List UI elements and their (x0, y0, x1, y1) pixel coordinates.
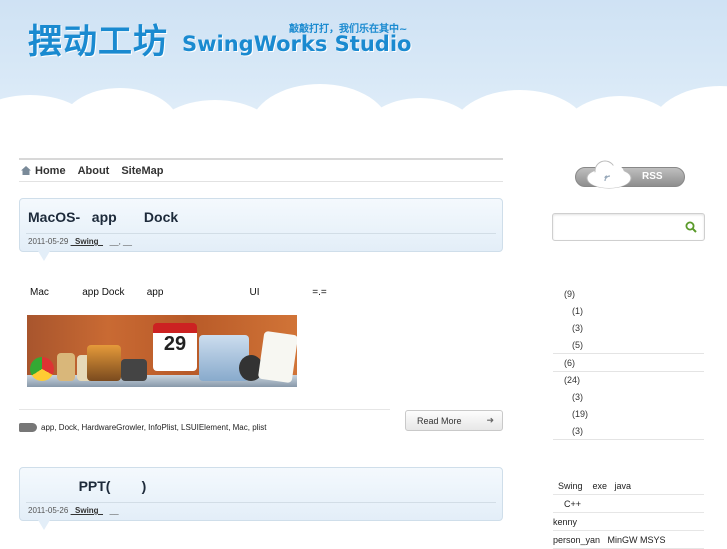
category-item[interactable]: (5) (553, 336, 704, 353)
nav-item-about[interactable]: About (78, 165, 110, 177)
post-header: MacOS- app Dock 2011-05-29 Swing __, __ (19, 198, 503, 261)
home-icon (21, 166, 31, 175)
nav-item-label: Home (35, 164, 66, 177)
category-item[interactable]: (24) (553, 370, 704, 389)
recent-comments-list: Swing exe java C++ kenny person_yan MinG… (553, 477, 704, 549)
cloud-base (0, 128, 727, 150)
post-title[interactable]: MacOS- app Dock (28, 209, 178, 225)
recent-comment-item[interactable]: person_yan MinGW MSYS (553, 531, 704, 549)
calendar-icon: 29 (153, 323, 197, 371)
post-date: 2011-05-29 (28, 237, 69, 246)
post-meta: 2011-05-29 Swing __, __ (28, 237, 132, 246)
divider (26, 233, 496, 234)
site-slogan: 敲敲打打，我们乐在其中~ (289, 24, 408, 35)
recent-comment-item[interactable]: kenny (553, 513, 704, 531)
main-nav: Home About SiteMap (19, 158, 503, 182)
post-tags: app, Dock, HardwareGrowler, InfoPlist, L… (19, 423, 266, 432)
book-icon (57, 353, 75, 381)
post-excerpt: Mac app Dock app UI =.= (30, 287, 327, 298)
search-box (552, 213, 705, 241)
post-meta-extra: __ (103, 506, 119, 515)
post-title[interactable]: PPT( ) (28, 478, 147, 494)
tag-icon (19, 423, 37, 432)
category-item[interactable]: (19) (553, 406, 704, 423)
post-category-link[interactable]: Swing (71, 506, 103, 515)
rss-cloud-icon[interactable] (585, 159, 633, 189)
category-item[interactable]: (1) (553, 303, 704, 320)
divider (19, 409, 390, 410)
divider (26, 502, 496, 503)
speech-tail (38, 251, 50, 261)
recent-comment-item[interactable]: Swing exe java (553, 477, 704, 495)
nav-item-sitemap[interactable]: SiteMap (121, 165, 163, 177)
post-meta-extra: __, __ (103, 237, 132, 246)
camera-icon (121, 359, 147, 381)
post-header: PPT( ) 2011-05-26 Swing __ (19, 467, 503, 530)
search-input[interactable] (559, 219, 683, 237)
category-item[interactable]: (9) (553, 286, 704, 303)
site-logo-english[interactable]: SwingWorks Studio (182, 32, 411, 56)
category-item[interactable]: (3) (553, 389, 704, 406)
speech-tail (38, 520, 50, 530)
category-item[interactable]: (3) (553, 422, 704, 441)
search-icon[interactable] (685, 221, 697, 233)
post-meta: 2011-05-26 Swing __ (28, 506, 119, 515)
site-logo-chinese[interactable]: 摆动工坊 (28, 14, 168, 63)
read-more-button[interactable]: Read More ➜ (405, 410, 503, 431)
nav-item-home[interactable]: Home (21, 165, 66, 177)
category-item[interactable]: (3) (553, 320, 704, 337)
post-date: 2011-05-26 (28, 506, 69, 515)
post-thumbnail[interactable]: 29 (27, 315, 297, 387)
nav-item-label: SiteMap (121, 164, 164, 177)
category-item[interactable]: (6) (553, 353, 704, 371)
textedit-icon (257, 330, 297, 384)
tag-list[interactable]: app, Dock, HardwareGrowler, InfoPlist, L… (41, 423, 266, 432)
category-list: (9) (1) (3) (5) (6) (24) (3) (19) (3) (553, 286, 704, 441)
nav-item-label: About (77, 164, 110, 177)
recent-comment-item[interactable]: C++ (553, 495, 704, 513)
site-header: 摆动工坊 SwingWorks Studio 敲敲打打，我们乐在其中~ (0, 0, 727, 150)
read-more-label: Read More (417, 415, 462, 426)
arrow-right-icon: ➜ (486, 415, 494, 425)
chrome-icon (30, 357, 54, 381)
post-category-link[interactable]: Swing (71, 237, 103, 246)
rss-label[interactable]: RSS (642, 171, 663, 182)
photo-icon (87, 345, 121, 381)
